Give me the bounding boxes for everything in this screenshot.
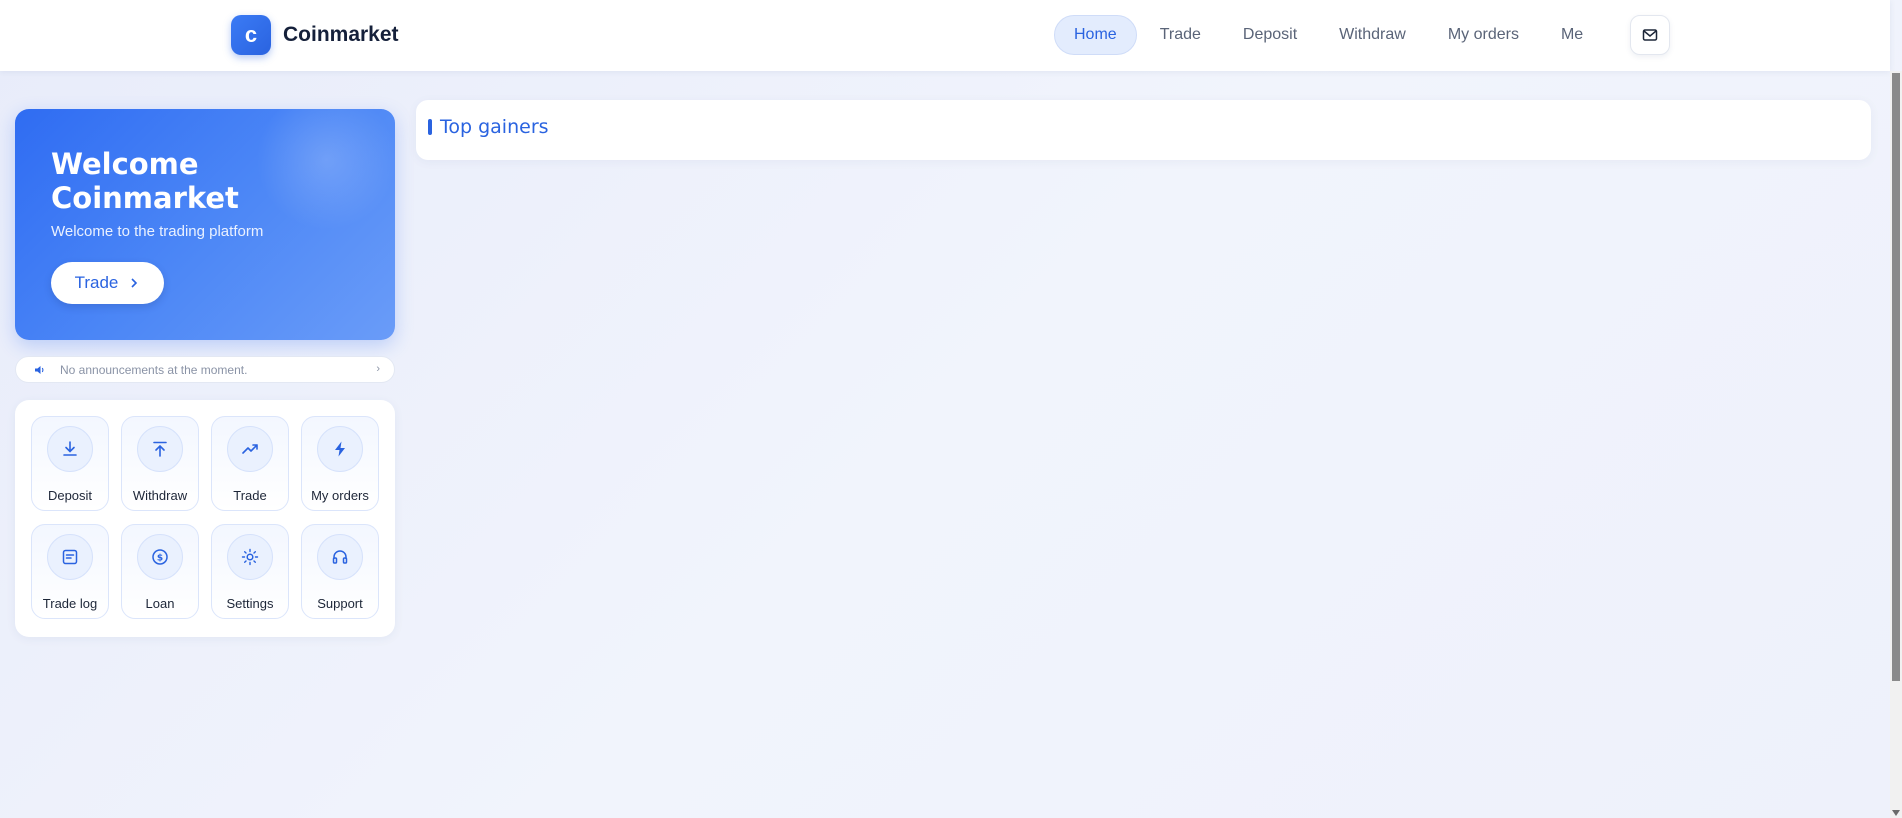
mail-button[interactable] bbox=[1630, 15, 1670, 55]
nav-my-orders[interactable]: My orders bbox=[1429, 15, 1538, 55]
top-gainers-panel: Top gainers bbox=[416, 100, 1871, 160]
quick-label: Deposit bbox=[47, 488, 93, 503]
quick-actions-panel: Deposit Withdraw Trade My orders Trade l… bbox=[15, 400, 395, 637]
welcome-title: Welcome Coinmarket bbox=[51, 147, 239, 215]
main-nav: Home Trade Deposit Withdraw My orders Me bbox=[1054, 15, 1606, 55]
nav-home[interactable]: Home bbox=[1054, 15, 1137, 55]
quick-label: My orders bbox=[311, 488, 369, 503]
announcement-text: No announcements at the moment. bbox=[60, 362, 248, 377]
announcement-bar[interactable]: No announcements at the moment. › bbox=[15, 356, 395, 383]
brand[interactable]: c Coinmarket bbox=[231, 15, 399, 55]
top-navbar: c Coinmarket Home Trade Deposit Withdraw… bbox=[0, 0, 1890, 71]
dollar-coin-icon: $ bbox=[137, 534, 183, 580]
quick-settings[interactable]: Settings bbox=[211, 524, 289, 619]
quick-trade[interactable]: Trade bbox=[211, 416, 289, 511]
upload-icon bbox=[137, 426, 183, 472]
section-accent-bar bbox=[428, 119, 432, 135]
quick-label: Withdraw bbox=[132, 488, 188, 503]
chevron-right-icon bbox=[131, 278, 138, 288]
headset-icon bbox=[317, 534, 363, 580]
quick-label: Loan bbox=[145, 596, 175, 611]
quick-loan[interactable]: $ Loan bbox=[121, 524, 199, 619]
welcome-card: Welcome Coinmarket Welcome to the tradin… bbox=[15, 109, 395, 340]
quick-label: Settings bbox=[226, 596, 274, 611]
trend-up-icon bbox=[227, 426, 273, 472]
welcome-subtitle: Welcome to the trading platform bbox=[51, 223, 264, 240]
sun-gear-icon bbox=[227, 534, 273, 580]
speaker-icon bbox=[34, 364, 46, 376]
download-icon bbox=[47, 426, 93, 472]
brand-logo-icon: c bbox=[231, 15, 271, 55]
nav-me[interactable]: Me bbox=[1542, 15, 1602, 55]
scroll-down-arrow-icon[interactable] bbox=[1892, 810, 1900, 816]
scrollbar-thumb[interactable] bbox=[1892, 73, 1900, 681]
brand-name: Coinmarket bbox=[283, 23, 399, 46]
trade-button[interactable]: Trade bbox=[51, 262, 164, 304]
document-icon bbox=[47, 534, 93, 580]
quick-trade-log[interactable]: Trade log bbox=[31, 524, 109, 619]
page-scrollbar[interactable] bbox=[1890, 71, 1902, 818]
quick-deposit[interactable]: Deposit bbox=[31, 416, 109, 511]
quick-label: Trade bbox=[233, 488, 267, 503]
svg-text:$: $ bbox=[157, 554, 163, 564]
nav-withdraw[interactable]: Withdraw bbox=[1320, 15, 1425, 55]
nav-trade[interactable]: Trade bbox=[1141, 15, 1220, 55]
top-gainers-title: Top gainers bbox=[440, 116, 549, 138]
quick-support[interactable]: Support bbox=[301, 524, 379, 619]
nav-deposit[interactable]: Deposit bbox=[1224, 15, 1316, 55]
trade-button-label: Trade bbox=[74, 273, 119, 292]
quick-withdraw[interactable]: Withdraw bbox=[121, 416, 199, 511]
lightning-icon bbox=[317, 426, 363, 472]
quick-label: Trade log bbox=[42, 596, 98, 611]
quick-label: Support bbox=[317, 596, 363, 611]
announcement-arrow-icon: › bbox=[376, 363, 380, 375]
mail-icon bbox=[1642, 29, 1658, 41]
quick-my-orders[interactable]: My orders bbox=[301, 416, 379, 511]
